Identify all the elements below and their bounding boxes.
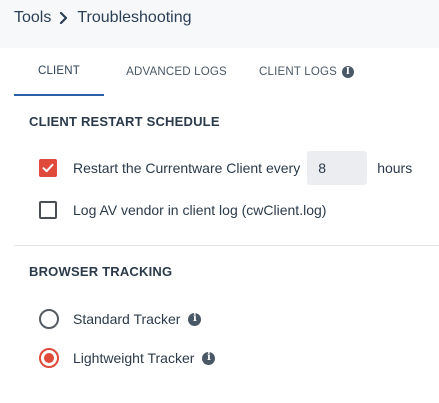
info-icon[interactable]: i: [188, 312, 202, 326]
check-icon: [42, 163, 54, 173]
info-icon[interactable]: i: [202, 351, 216, 365]
tab-label: CLIENT LOGS: [258, 66, 338, 78]
log-av-label: Log AV vendor in client log (cwClient.lo…: [73, 202, 327, 218]
standard-tracker-row: Standard Tracker i: [39, 308, 202, 330]
restart-label: Restart the Currentware Client every: [73, 160, 301, 176]
tab-client-logs[interactable]: CLIENT LOGS i: [249, 48, 364, 96]
lightweight-tracker-label: Lightweight Tracker: [73, 350, 195, 366]
log-av-checkbox[interactable]: [39, 201, 57, 219]
hours-unit-label: hours: [377, 160, 413, 176]
breadcrumb-parent[interactable]: Tools: [14, 9, 51, 27]
browser-tracking-title: BROWSER TRACKING: [29, 264, 173, 279]
restart-checkbox[interactable]: [39, 159, 57, 177]
radio-dot: [44, 353, 54, 363]
section-divider: [14, 245, 439, 246]
standard-tracker-label: Standard Tracker: [73, 311, 181, 327]
breadcrumb-current: Troubleshooting: [77, 9, 192, 26]
tab-advanced-logs[interactable]: ADVANCED LOGS: [104, 48, 249, 96]
chevron-right-icon: [57, 11, 71, 25]
lightweight-tracker-row: Lightweight Tracker i: [39, 347, 216, 369]
breadcrumb: Tools Troubleshooting: [14, 8, 192, 28]
standard-tracker-radio[interactable]: [39, 309, 59, 329]
restart-schedule-title: CLIENT RESTART SCHEDULE: [29, 114, 220, 129]
tab-label: CLIENT: [37, 65, 81, 77]
restart-row: Restart the Currentware Client every hou…: [39, 151, 412, 185]
lightweight-tracker-radio[interactable]: [39, 348, 59, 368]
log-av-row: Log AV vendor in client log (cwClient.lo…: [39, 200, 326, 220]
restart-hours-input[interactable]: [307, 151, 368, 185]
tab-bar: CLIENT ADVANCED LOGS CLIENT LOGS i: [14, 48, 439, 96]
info-icon[interactable]: i: [342, 66, 355, 78]
tab-client[interactable]: CLIENT: [14, 48, 104, 96]
tab-label: ADVANCED LOGS: [126, 66, 227, 78]
settings-panel: CLIENT ADVANCED LOGS CLIENT LOGS i CLIEN…: [0, 48, 439, 403]
